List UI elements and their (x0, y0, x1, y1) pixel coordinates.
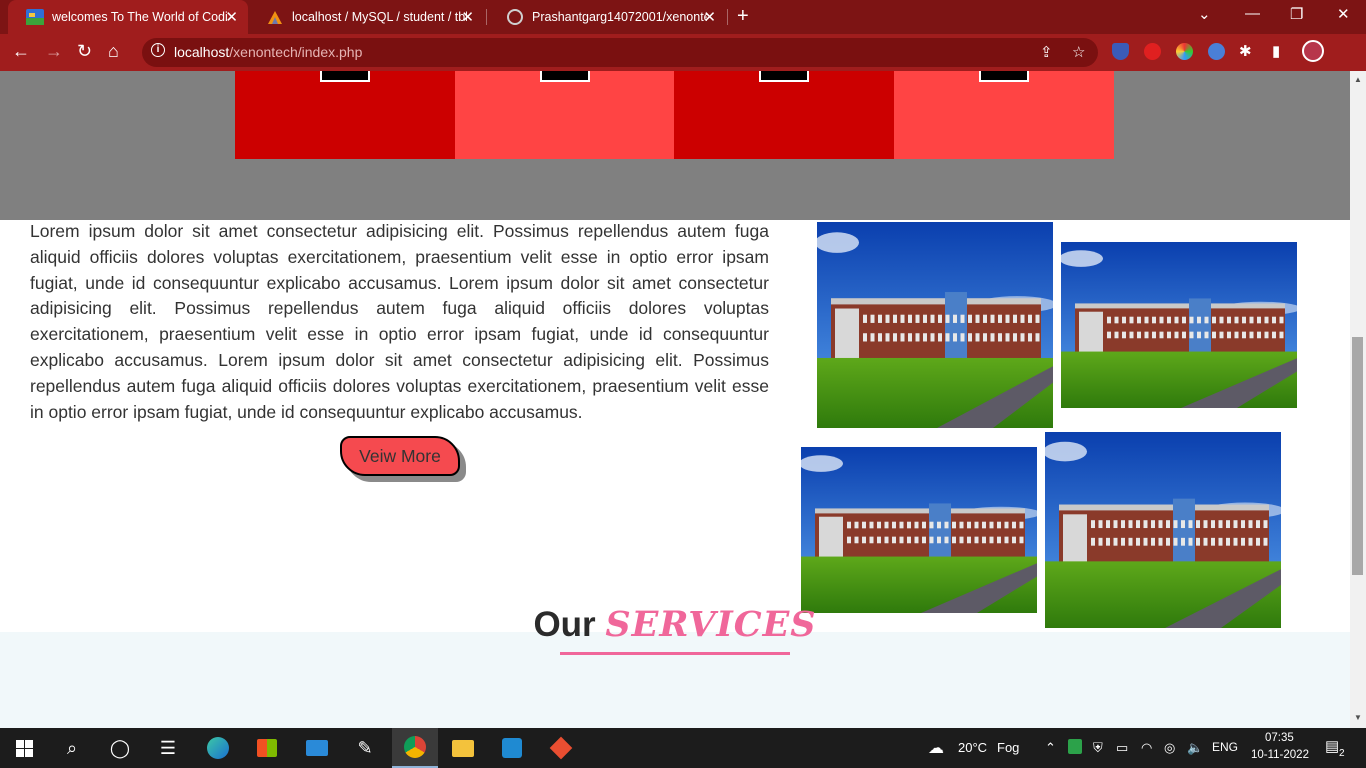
browser-toolbar: ← → ↻ ⌂ i localhost/xenontech/index.php … (0, 34, 1366, 71)
back-icon[interactable]: ← (12, 41, 30, 62)
building-photo-2 (1061, 242, 1297, 408)
scroll-up-icon[interactable]: ▲ (1354, 75, 1362, 84)
clock-time[interactable]: 07:35 (1265, 732, 1294, 744)
bookmark-star-icon[interactable]: ☆ (1072, 43, 1085, 61)
clock-date[interactable]: 10-11-2022 (1251, 749, 1309, 761)
hand-extension-icon[interactable] (1144, 43, 1161, 60)
windows-taskbar: ⌕ ◯ ☰ ✎ ☁ 20°C Fog ⌃ ⛨ ▭ ◠ ◎ 🔈 ENG 07:35… (0, 728, 1366, 768)
search-icon[interactable]: ⌕ (52, 728, 92, 768)
weather-cloud-icon[interactable]: ☁ (928, 738, 944, 758)
about-paragraph: Lorem ipsum dolor sit amet consectetur a… (30, 221, 769, 422)
tab-separator (727, 9, 728, 25)
site-favicon-icon (26, 9, 44, 25)
feature-box (454, 71, 675, 159)
mail-icon[interactable] (297, 728, 337, 768)
tab-github[interactable]: Prashantgarg14072001/xenontech ✕ (488, 0, 726, 34)
scroll-down-icon[interactable]: ▼ (1354, 713, 1362, 722)
compass-extension-icon[interactable] (1208, 43, 1225, 60)
feature-box-icon (320, 71, 370, 82)
building-photo-4 (1045, 432, 1281, 628)
view-more-button[interactable]: Veiw More (340, 436, 460, 476)
tab-separator (486, 9, 487, 25)
minimize-icon[interactable]: — (1245, 5, 1260, 22)
chrome-icon[interactable] (392, 728, 438, 768)
forward-icon[interactable]: → (45, 41, 63, 62)
tab-title: Prashantgarg14072001/xenontech (532, 10, 707, 24)
security-shield-icon[interactable]: ⛨ (1093, 740, 1103, 756)
close-window-icon[interactable]: ✕ (1337, 5, 1350, 23)
feature-box-icon (978, 71, 1029, 82)
side-panel-icon[interactable]: ▮ (1272, 42, 1280, 60)
close-tab-icon[interactable]: ✕ (461, 8, 474, 26)
phpmyadmin-icon (268, 11, 282, 24)
new-tab-icon[interactable]: + (737, 5, 749, 28)
pen-icon[interactable]: ✎ (345, 728, 385, 768)
close-tab-icon[interactable]: ✕ (703, 8, 716, 26)
git-icon[interactable] (541, 728, 581, 768)
tab-strip: welcomes To The World of Coding ✕ localh… (0, 0, 1366, 34)
share-icon[interactable]: ⇪ (1040, 43, 1053, 61)
task-view-icon[interactable]: ☰ (148, 728, 188, 768)
show-hidden-icons-icon[interactable]: ⌃ (1045, 740, 1056, 756)
feature-box (893, 71, 1114, 159)
tab-title: localhost / MySQL / student / tbl (292, 10, 467, 24)
restore-icon[interactable]: ❐ (1290, 5, 1303, 23)
weather-temp[interactable]: 20°C (958, 740, 987, 755)
battery-icon[interactable]: ▭ (1116, 740, 1128, 756)
site-info-icon[interactable]: i (151, 43, 165, 57)
vscode-icon[interactable] (492, 728, 532, 768)
building-photo-1 (817, 222, 1053, 428)
services-section (0, 632, 1350, 728)
edge-icon[interactable] (198, 728, 238, 768)
start-windows-icon[interactable] (4, 728, 44, 768)
meet-now-icon[interactable]: ◎ (1164, 740, 1175, 756)
page-scrollbar[interactable]: ▲ ▼ (1350, 71, 1366, 728)
feature-box (674, 71, 894, 159)
app-tray-icon[interactable] (1068, 739, 1082, 754)
avatar[interactable] (1302, 40, 1324, 62)
tab-search-icon[interactable]: ⌄ (1198, 5, 1211, 23)
tab-title: welcomes To The World of Coding (52, 10, 227, 24)
file-explorer-icon[interactable] (443, 728, 483, 768)
services-heading-accent: SERVICES (605, 604, 817, 645)
close-tab-icon[interactable]: ✕ (225, 8, 238, 26)
services-heading: Our SERVICES (0, 604, 1350, 645)
feature-box-icon (539, 71, 590, 82)
github-icon (507, 9, 523, 25)
feature-box-icon (759, 71, 809, 82)
services-heading-plain: Our (533, 605, 596, 644)
tab-phpmyadmin[interactable]: localhost / MySQL / student / tbl ✕ (248, 0, 484, 34)
building-photo-3 (801, 447, 1037, 613)
url-text[interactable]: localhost/xenontech/index.php (174, 44, 362, 60)
store-icon[interactable] (247, 728, 287, 768)
language-indicator[interactable]: ENG (1212, 740, 1238, 754)
cortana-icon[interactable]: ◯ (100, 728, 140, 768)
notifications-icon[interactable]: ▤ (1325, 737, 1339, 755)
extensions-puzzle-icon[interactable]: ✱ (1239, 42, 1252, 60)
color-extension-icon[interactable] (1176, 43, 1193, 60)
notification-count: 2 (1339, 748, 1345, 759)
home-icon[interactable]: ⌂ (108, 41, 119, 62)
shield-extension-icon[interactable] (1112, 43, 1129, 60)
reload-icon[interactable]: ↻ (77, 41, 92, 62)
services-underline (560, 652, 790, 655)
address-bar[interactable]: i localhost/xenontech/index.php ⇪ ☆ (142, 38, 1098, 67)
wifi-icon[interactable]: ◠ (1141, 740, 1152, 756)
volume-icon[interactable]: 🔈 (1187, 740, 1203, 756)
weather-desc[interactable]: Fog (997, 740, 1019, 755)
scrollbar-thumb[interactable] (1352, 337, 1363, 575)
tab-welcome[interactable]: welcomes To The World of Coding ✕ (8, 0, 248, 34)
feature-box (235, 71, 455, 159)
